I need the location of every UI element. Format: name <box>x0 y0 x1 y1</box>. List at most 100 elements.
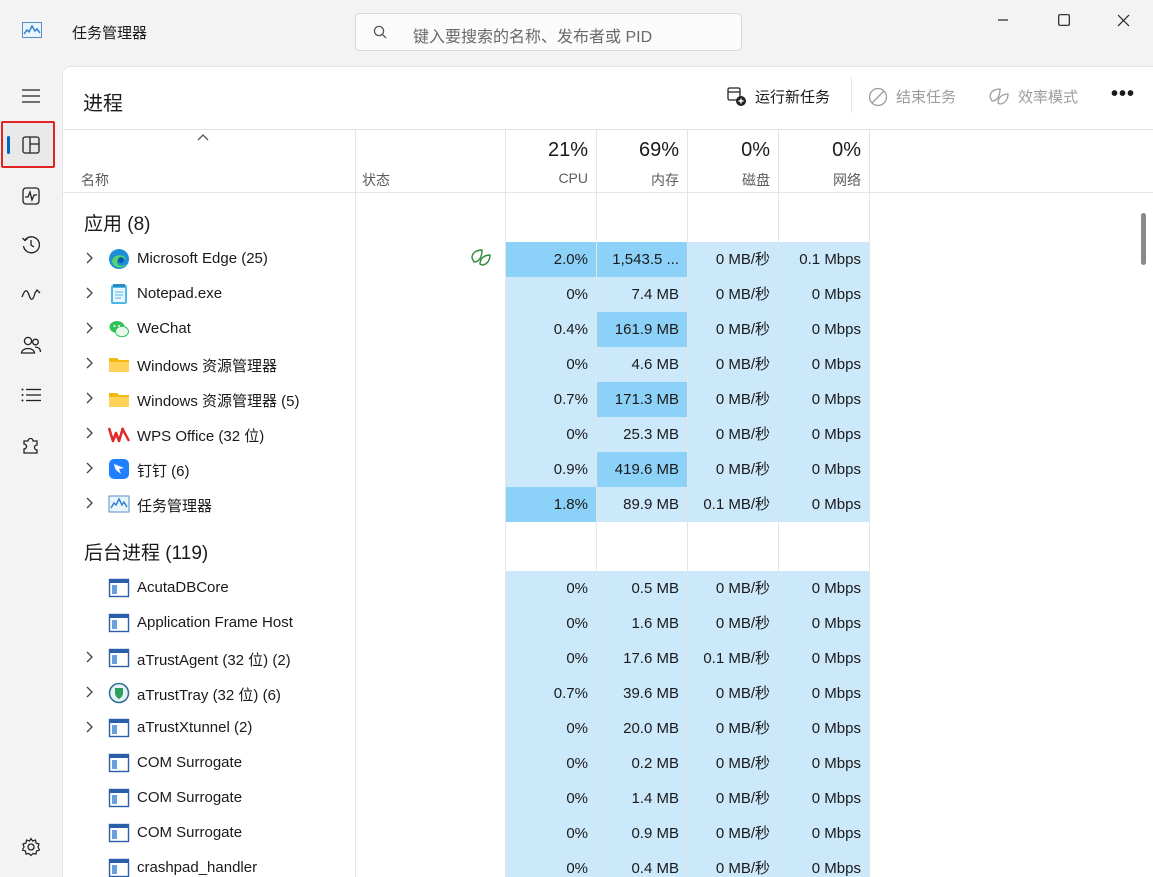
table-row[interactable]: crashpad_handler 0% 0.4 MB 0 MB/秒 0 Mbps <box>63 851 1153 877</box>
minimize-icon <box>998 19 1008 21</box>
network-cell: 0 Mbps <box>779 452 869 487</box>
wechat-icon <box>108 318 130 340</box>
header-bottom-divider <box>63 192 1153 193</box>
end-task-button[interactable]: 结束任务 <box>868 86 956 107</box>
network-cell: 0 Mbps <box>779 816 869 851</box>
table-row[interactable]: COM Surrogate 0% 1.4 MB 0 MB/秒 0 Mbps <box>63 781 1153 816</box>
vertical-scrollbar-thumb[interactable] <box>1141 213 1146 265</box>
chevron-right-icon[interactable] <box>85 251 95 265</box>
sidebar-item-services[interactable] <box>8 425 54 465</box>
network-total-percent[interactable]: 0% <box>781 139 861 162</box>
table-row[interactable]: AcutaDBCore 0% 0.5 MB 0 MB/秒 0 Mbps <box>63 571 1153 606</box>
table-row[interactable]: Application Frame Host 0% 1.6 MB 0 MB/秒 0 Mb… <box>63 606 1153 641</box>
chevron-right-icon[interactable] <box>85 650 95 664</box>
table-row[interactable]: aTrustTray (32 位) (6) 0.7% 39.6 MB 0 MB/秒 0 … <box>63 676 1153 711</box>
chevron-right-icon[interactable] <box>85 286 95 300</box>
performance-icon <box>22 187 40 205</box>
run-new-task-icon <box>727 86 746 106</box>
maximize-icon <box>1058 14 1070 26</box>
memory-total-percent[interactable]: 69% <box>599 139 679 162</box>
disk-cell: 0.1 MB/秒 <box>688 641 778 676</box>
more-options-button[interactable]: ••• <box>1111 83 1135 106</box>
network-cell: 0 Mbps <box>779 417 869 452</box>
run-new-task-button[interactable]: 运行新任务 <box>727 86 830 107</box>
chevron-right-icon[interactable] <box>85 391 95 405</box>
cpu-cell: 2.0% <box>506 242 596 277</box>
cpu-cell: 0% <box>506 781 596 816</box>
table-row[interactable]: COM Surrogate 0% 0.2 MB 0 MB/秒 0 Mbps <box>63 746 1153 781</box>
cpu-cell: 0% <box>506 711 596 746</box>
maximize-button[interactable] <box>1038 0 1090 40</box>
taskmgr-icon <box>108 493 130 515</box>
history-icon <box>22 236 41 254</box>
chevron-right-icon[interactable] <box>85 685 95 699</box>
minimize-button[interactable] <box>977 0 1029 40</box>
table-row[interactable]: 钉钉 (6) 0.9% 419.6 MB 0 MB/秒 0 Mbps <box>63 452 1153 487</box>
process-name: COM Surrogate <box>137 824 243 841</box>
header-top-divider <box>63 129 1153 130</box>
disk-cell: 0 MB/秒 <box>688 816 778 851</box>
column-header-memory[interactable]: 内存 <box>599 170 679 190</box>
table-row[interactable]: aTrustXtunnel (2) 0% 20.0 MB 0 MB/秒 0 Mbps <box>63 711 1153 746</box>
table-row[interactable]: Microsoft Edge (25) 2.0% 1,543.5 ... 0 MB/秒… <box>63 242 1153 277</box>
column-header-name[interactable]: 名称 <box>81 170 109 190</box>
memory-cell: 0.5 MB <box>597 571 687 606</box>
table-row[interactable]: Notepad.exe 0% 7.4 MB 0 MB/秒 0 Mbps <box>63 277 1153 312</box>
folder-icon <box>108 388 130 410</box>
table-row[interactable]: aTrustAgent (32 位) (2) 0% 17.6 MB 0.1 MB/秒 0… <box>63 641 1153 676</box>
memory-cell: 171.3 MB <box>597 382 687 417</box>
search-placeholder[interactable]: 键入要搜索的名称、发布者或 PID <box>413 23 652 47</box>
network-cell: 0 Mbps <box>779 606 869 641</box>
column-header-cpu[interactable]: CPU <box>508 170 588 186</box>
sort-ascending-icon[interactable] <box>196 133 210 141</box>
chevron-right-icon[interactable] <box>85 496 95 510</box>
app-window-icon <box>108 612 130 634</box>
sidebar-item-users[interactable] <box>8 325 54 365</box>
hamburger-menu-button[interactable] <box>8 76 54 116</box>
memory-cell: 7.4 MB <box>597 277 687 312</box>
cpu-total-percent[interactable]: 21% <box>508 139 588 162</box>
memory-cell: 419.6 MB <box>597 452 687 487</box>
sidebar-item-settings[interactable] <box>8 827 54 867</box>
hamburger-icon <box>22 89 40 103</box>
memory-cell: 0.9 MB <box>597 816 687 851</box>
table-row[interactable]: COM Surrogate 0% 0.9 MB 0 MB/秒 0 Mbps <box>63 816 1153 851</box>
sidebar-item-processes[interactable] <box>8 125 54 165</box>
disk-cell: 0 MB/秒 <box>688 452 778 487</box>
column-header-status[interactable]: 状态 <box>362 170 390 190</box>
table-row[interactable]: 任务管理器 1.8% 89.9 MB 0.1 MB/秒 0 Mbps <box>63 487 1153 522</box>
app-window-icon <box>108 787 130 809</box>
app-window-icon <box>108 717 130 739</box>
disk-cell: 0 MB/秒 <box>688 851 778 877</box>
close-icon <box>1117 14 1129 26</box>
memory-cell: 25.3 MB <box>597 417 687 452</box>
process-name: AcutaDBCore <box>137 579 229 596</box>
sidebar-item-performance[interactable] <box>8 176 54 216</box>
sidebar-item-app-history[interactable] <box>8 225 54 265</box>
close-button[interactable] <box>1097 0 1149 40</box>
table-row[interactable]: WeChat 0.4% 161.9 MB 0 MB/秒 0 Mbps <box>63 312 1153 347</box>
app-window-icon <box>108 822 130 844</box>
memory-cell: 0.2 MB <box>597 746 687 781</box>
column-header-network[interactable]: 网络 <box>781 170 861 190</box>
column-header-disk[interactable]: 磁盘 <box>690 170 770 190</box>
network-cell: 0 Mbps <box>779 347 869 382</box>
process-name: Microsoft Edge (25) <box>137 250 268 267</box>
chevron-right-icon[interactable] <box>85 426 95 440</box>
table-row[interactable]: Windows 资源管理器 0% 4.6 MB 0 MB/秒 0 Mbps <box>63 347 1153 382</box>
process-name: Windows 资源管理器 (5) <box>137 393 300 410</box>
app-window-icon <box>108 857 130 877</box>
sidebar-item-details[interactable] <box>8 375 54 415</box>
chevron-right-icon[interactable] <box>85 461 95 475</box>
chevron-right-icon[interactable] <box>85 356 95 370</box>
efficiency-mode-button[interactable]: 效率模式 <box>988 86 1078 107</box>
processes-icon <box>22 136 40 154</box>
table-row[interactable]: WPS Office (32 位) 0% 25.3 MB 0 MB/秒 0 Mbps <box>63 417 1153 452</box>
sidebar-item-startup-apps[interactable] <box>8 275 54 315</box>
chevron-right-icon[interactable] <box>85 321 95 335</box>
chevron-right-icon[interactable] <box>85 720 95 734</box>
search-box[interactable]: 键入要搜索的名称、发布者或 PID <box>355 13 742 51</box>
disk-total-percent[interactable]: 0% <box>690 139 770 162</box>
table-row[interactable]: Windows 资源管理器 (5) 0.7% 171.3 MB 0 MB/秒 0 Mbp… <box>63 382 1153 417</box>
notepad-icon <box>108 283 130 305</box>
